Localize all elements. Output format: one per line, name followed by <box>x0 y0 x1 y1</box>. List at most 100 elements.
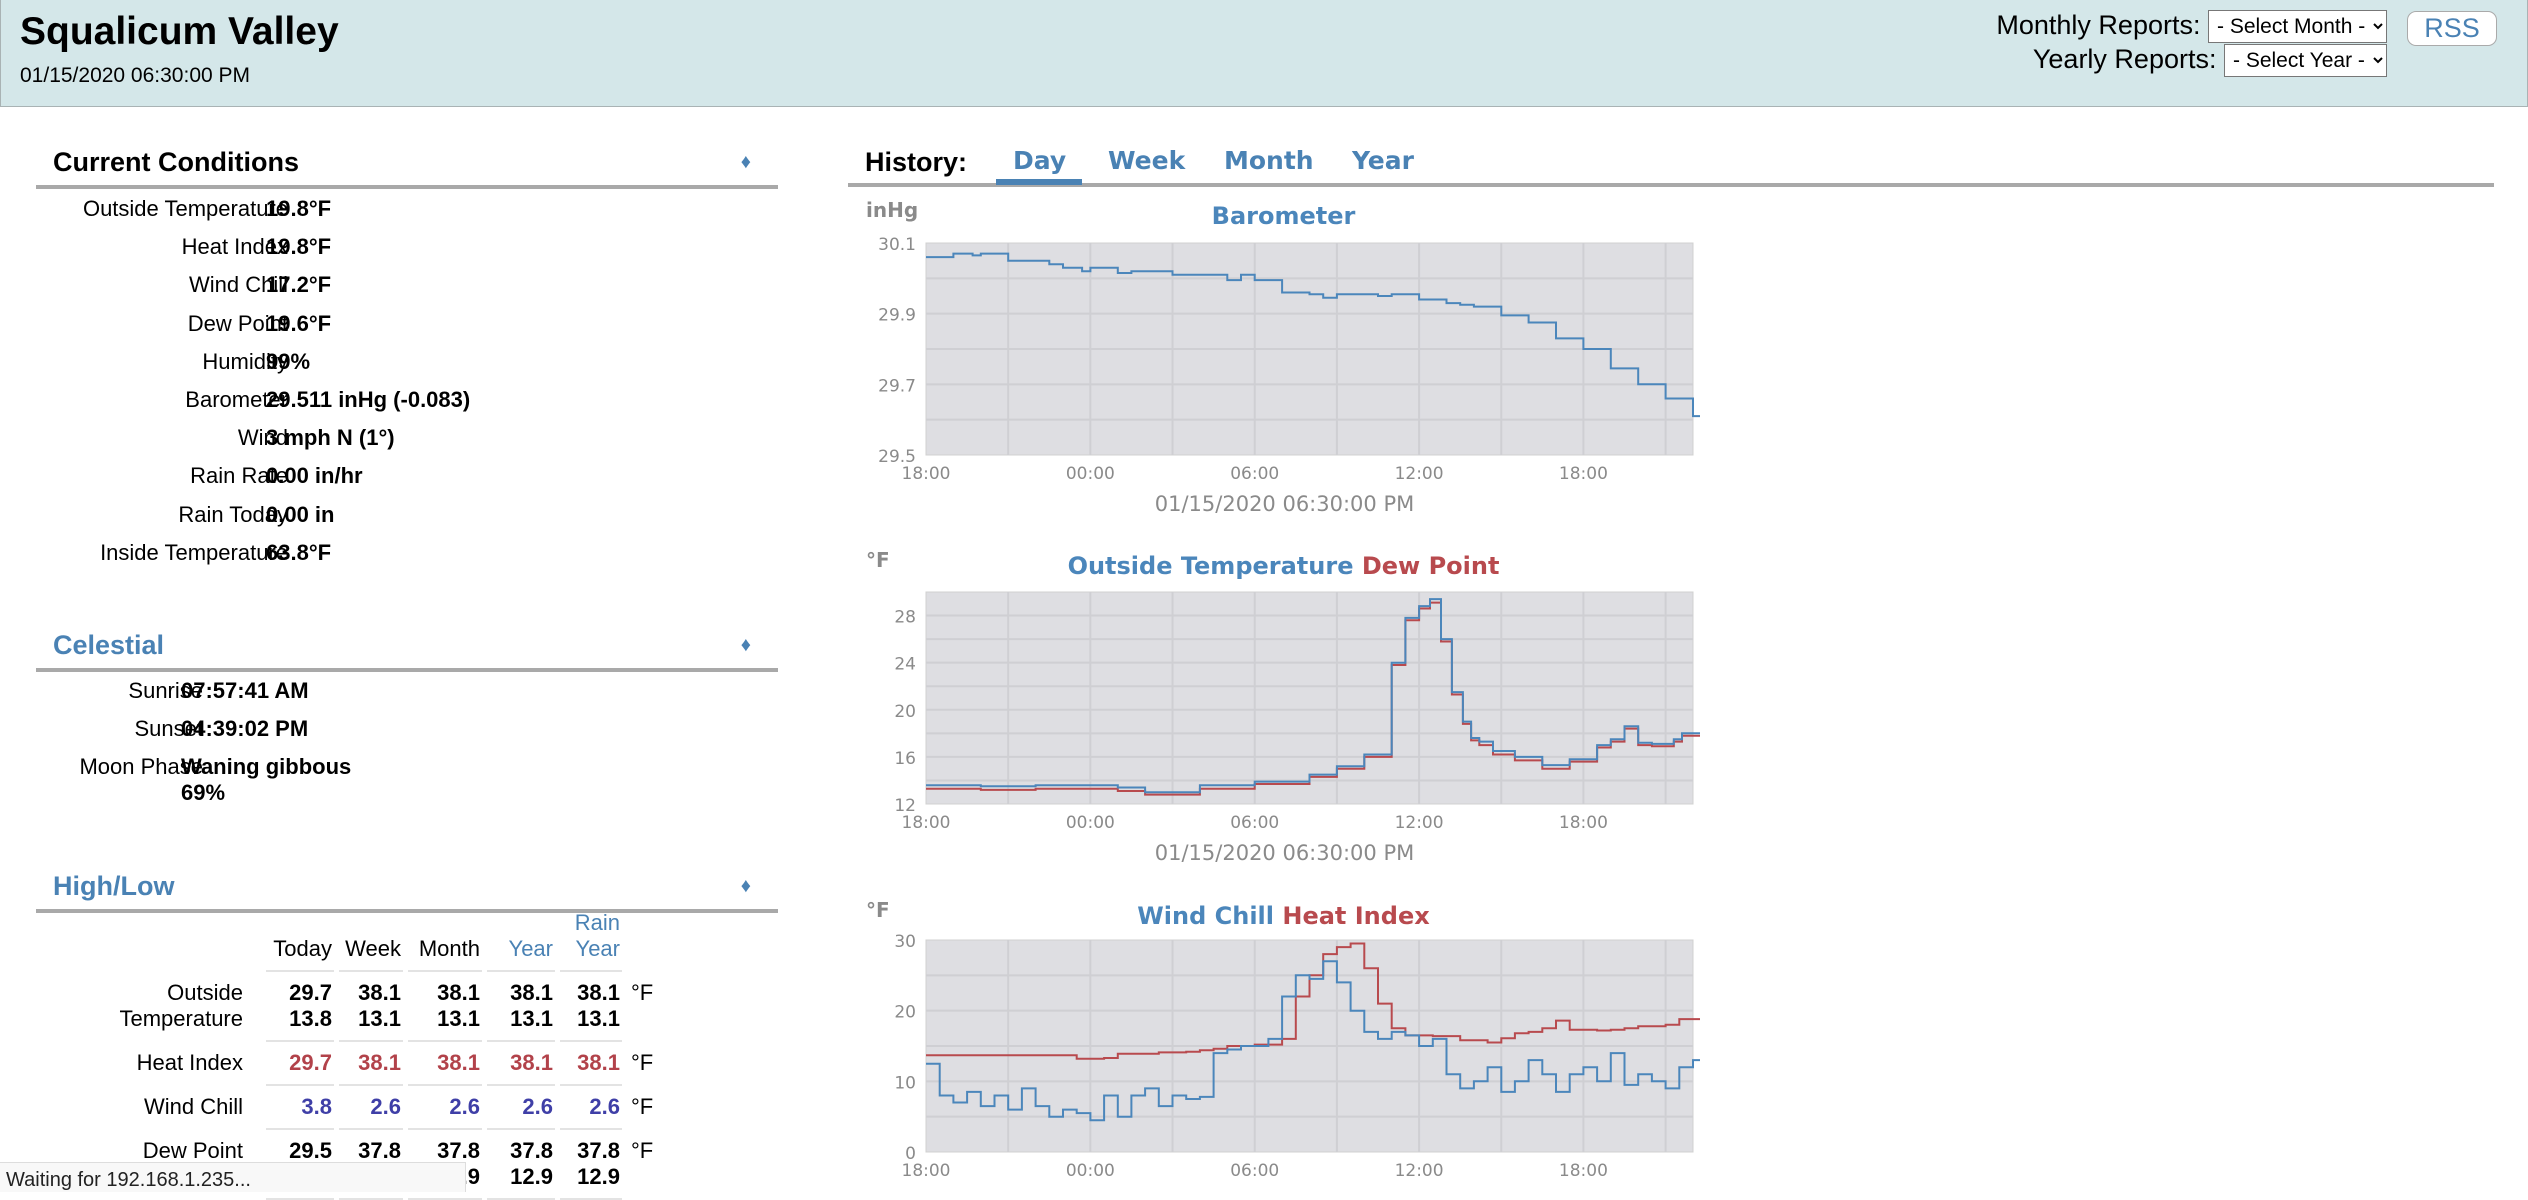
celestial-header[interactable]: Celestial ♦ <box>36 620 778 672</box>
high-low-cell: 38.1 <box>339 1042 403 1086</box>
celestial-value: 04:39:02 PM <box>181 716 309 742</box>
x-tick-label: 18:00 <box>902 813 951 833</box>
diamond-toggle-icon[interactable]: ♦ <box>741 151 751 174</box>
unit-label: °F <box>631 980 654 1005</box>
celestial-value: Waning gibbous <box>181 754 352 780</box>
y-axis-unit: inHg <box>866 198 918 222</box>
y-tick-label: 29.7 <box>878 376 916 396</box>
column-header-rain-year[interactable]: Rain Year <box>560 910 622 972</box>
x-tick-label: 12:00 <box>1395 464 1444 484</box>
legend-entry: Dew Point <box>1353 552 1499 580</box>
column-header-year[interactable]: Year <box>487 910 555 972</box>
current-conditions-title: Current Conditions <box>53 147 299 177</box>
condition-value: 29.511 inHg (-0.083) <box>266 387 471 412</box>
current-condition-row: Humidity 99% <box>36 349 736 379</box>
y-tick-label: 28 <box>894 608 916 628</box>
monthly-report-select[interactable]: - Select Month - <box>2208 10 2387 44</box>
history-label: History: <box>865 147 968 177</box>
current-condition-row: Rain Today 0.00 in <box>36 502 736 532</box>
high-low-header-row: Today Week Month Year Rain Year <box>41 910 655 972</box>
x-tick-label: 12:00 <box>1395 1161 1444 1181</box>
page-header: Squalicum Valley 01/15/2020 06:30:00 PM … <box>0 0 2528 107</box>
x-tick-label: 18:00 <box>902 1161 951 1181</box>
column-header-month[interactable]: Month <box>408 910 482 972</box>
x-tick-label: 18:00 <box>1559 464 1608 484</box>
active-tab-indicator <box>996 179 1082 185</box>
tab-month[interactable]: Month <box>1224 146 1314 175</box>
current-condition-row: Outside Temperature 19.8°F <box>36 196 736 226</box>
chart-title: Wind Chill Heat Index <box>1137 902 1430 930</box>
y-tick-label: 20 <box>894 1003 916 1023</box>
current-condition-row: Barometer 29.511 inHg (-0.083) <box>36 387 736 417</box>
tab-week[interactable]: Week <box>1108 146 1185 175</box>
tab-day[interactable]: Day <box>1013 146 1066 175</box>
high-low-cell: 2.6 <box>339 1086 403 1130</box>
diamond-toggle-icon[interactable]: ♦ <box>741 634 751 657</box>
condition-value: 0.00 in <box>266 501 335 527</box>
rss-button[interactable]: RSS <box>2407 11 2497 46</box>
barometer-chart: 29.529.729.930.118:00 00:00 06:00 12:00 18:0… <box>866 198 1700 516</box>
condition-value: 63.8°F <box>266 539 332 565</box>
x-tick-label: 06:00 <box>1230 464 1279 484</box>
y-tick-label: 24 <box>894 655 916 675</box>
high-low-label: Heat Index <box>136 1050 243 1075</box>
high-low-cell: 38.1 <box>487 1042 555 1086</box>
column-header-week[interactable]: Week <box>339 910 403 972</box>
unit-label: °F <box>631 1138 654 1163</box>
station-timestamp: 01/15/2020 06:30:00 PM <box>20 64 251 87</box>
moon-phase-percent: 69% <box>181 780 226 806</box>
x-axis-label: 01/15/2020 06:30:00 PM <box>1155 492 1415 516</box>
x-tick-label: 12:00 <box>1395 813 1444 833</box>
x-tick-label: 00:00 <box>1066 1161 1115 1181</box>
monthly-reports-label: Monthly Reports: <box>1996 10 2201 40</box>
y-tick-label: 16 <box>894 749 916 769</box>
high-low-row: Wind Chill 3.8 2.6 2.6 2.6 2.6 °F <box>41 1086 655 1130</box>
high-low-cell: 37.812.9 <box>487 1130 555 1200</box>
high-low-cell: 2.6 <box>487 1086 555 1130</box>
tab-year[interactable]: Year <box>1352 146 1414 175</box>
high-low-label: Wind Chill <box>143 1094 243 1119</box>
y-tick-label: 29.9 <box>878 306 916 326</box>
x-tick-label: 06:00 <box>1230 1161 1279 1181</box>
legend-entry: Outside Temperature <box>1068 552 1354 580</box>
condition-value: 19.8°F <box>266 196 332 221</box>
yearly-reports-label: Yearly Reports: <box>2032 44 2217 74</box>
y-tick-label: 10 <box>894 1073 916 1093</box>
row-label-header <box>41 910 261 972</box>
condition-value: 3 mph N (1°) <box>266 425 395 451</box>
yearly-report-select[interactable]: - Select Year - <box>2224 44 2387 78</box>
high-low-cell: 38.1 13.1 <box>339 972 403 1042</box>
x-axis-label: 01/15/2020 06:30:00 PM <box>1155 841 1415 865</box>
diamond-toggle-icon[interactable]: ♦ <box>741 875 751 898</box>
yearly-reports-row: Yearly Reports: - Select Year - <box>2032 44 2387 78</box>
high-low-cell: 29.7 <box>266 1042 334 1086</box>
high-low-cell: 29.7 13.8 <box>266 972 334 1042</box>
unit-header <box>627 910 655 972</box>
station-title: Squalicum Valley <box>20 10 339 53</box>
high-low-cell: 3.8 <box>266 1086 334 1130</box>
x-tick-label: 00:00 <box>1066 813 1115 833</box>
x-tick-label: 06:00 <box>1230 813 1279 833</box>
x-tick-label: 00:00 <box>1066 464 1115 484</box>
high-low-cell: 38.1 <box>560 1042 622 1086</box>
condition-value: 19.8°F <box>266 234 332 260</box>
high-low-row: Heat Index 29.7 38.1 38.1 38.1 38.1 °F <box>41 1042 655 1086</box>
unit-label: °F <box>631 1050 654 1075</box>
x-tick-label: 18:00 <box>1559 1161 1608 1181</box>
plot-background <box>925 591 1694 805</box>
current-conditions-header[interactable]: Current Conditions ♦ <box>36 137 778 189</box>
y-tick-label: 30.1 <box>878 235 916 255</box>
column-header-today[interactable]: Today <box>266 910 334 972</box>
condition-label: Inside Temperature <box>100 539 288 565</box>
y-tick-label: 20 <box>894 702 916 722</box>
windchill-heatindex-chart: 010203018:00 00:00 06:00 12:00 18:00°F Wind C… <box>866 898 1700 1181</box>
y-axis-unit: °F <box>866 898 890 922</box>
high-low-cell: 2.6 <box>408 1086 482 1130</box>
condition-value: 17.2°F <box>266 272 332 298</box>
legend-entry: Wind Chill <box>1137 902 1274 930</box>
history-tabs-bar: History: <box>848 145 2494 187</box>
high-low-title: High/Low <box>53 871 175 901</box>
high-low-cell: 2.6 <box>560 1086 622 1130</box>
temperature-dewpoint-chart: 121620242818:00 00:00 06:00 12:00 18:00°F Out… <box>866 548 1700 865</box>
high-low-header[interactable]: High/Low ♦ <box>36 861 778 913</box>
